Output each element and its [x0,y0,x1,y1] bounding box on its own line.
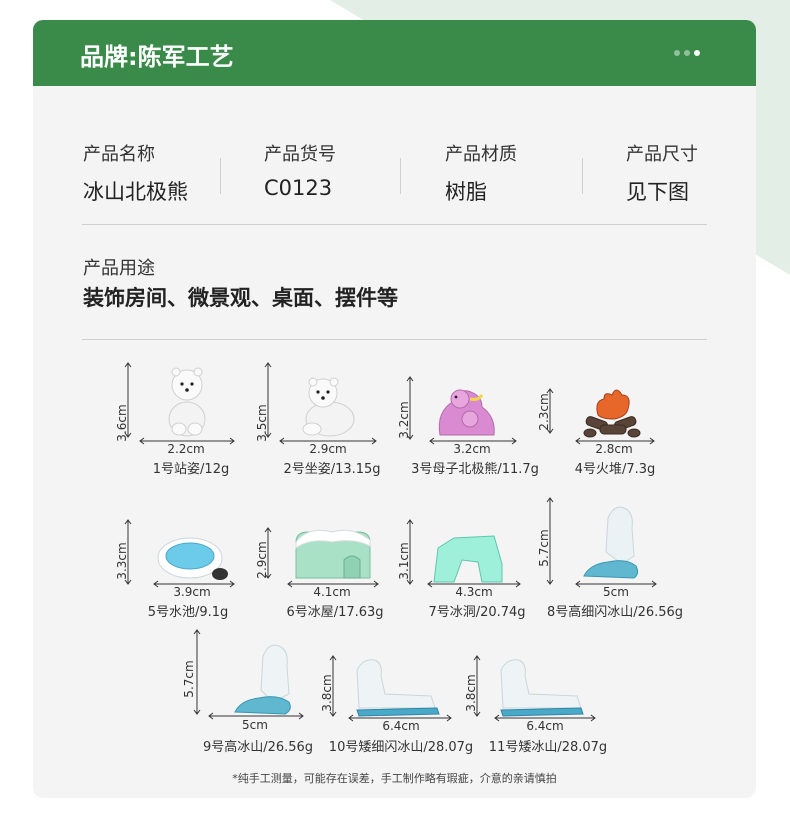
usage-value: 装饰房间、微景观、桌面、摆件等 [83,286,398,310]
item-caption: 9号高冰山/26.56g [202,740,314,755]
height-dimension: 3.3cm [115,542,129,580]
spec-value: 见下图 [626,180,689,204]
item-caption: 4号火堆/7.3g [574,462,656,477]
width-dimension: 2.9cm [309,442,347,456]
width-dimension: 3.9cm [173,585,211,599]
width-dimension: 3.2cm [453,442,491,456]
product-item-4-campfire: 2.3cm 2.8cm 4号火堆/7.3g [530,355,680,477]
product-item-1-standing-bear: 3.6cm 2.2cm 1号站姿/12g [108,355,248,477]
divider [400,158,401,194]
bear-standing-figure [124,362,235,445]
tall-iceberg-figure [546,497,657,588]
brand-header: 品牌:陈军工艺 [33,20,756,86]
product-item-6-igloo: 2.9cm 4.1cm 6号冰屋/17.63g [248,498,398,620]
spec-value: C0123 [264,176,333,200]
item-caption: 8号高细闪冰山/26.56g [546,605,684,620]
width-dimension: 5cm [242,718,268,732]
width-dimension: 6.4cm [382,719,420,733]
product-item-8-tall-glitter-iceberg: 5.7cm 5cm 8号高细闪冰山/26.56g [530,497,690,620]
product-info-card: 品牌:陈军工艺 产品名称 冰山北极熊 产品货号 C0123 产品材质 树脂 产品… [33,20,756,798]
campfire-figure [546,388,655,445]
spec-label: 产品材质 [445,144,517,165]
product-item-7-ice-cave: 3.1cm 4.3cm 7号冰洞/20.74g [390,498,550,620]
spec-label: 产品名称 [83,144,155,165]
water-pool-figure [124,519,235,588]
height-dimension: 2.9cm [255,541,269,579]
pink-bears-figure [406,376,517,445]
spec-material: 产品材质 树脂 [445,140,625,206]
igloo-figure [264,527,379,588]
height-dimension: 3.8cm [464,674,478,712]
spec-name: 产品名称 冰山北极熊 [83,140,263,206]
width-dimension: 4.1cm [313,585,351,599]
pager-dot-active[interactable] [694,50,700,56]
width-dimension: 2.2cm [167,442,205,456]
item-caption: 11号矮冰山/28.07g [488,740,608,755]
product-item-5-pool: 3.3cm 3.9cm 5号水池/9.1g [108,498,258,620]
height-dimension: 3.6cm [115,404,129,442]
width-dimension: 4.3cm [455,585,493,599]
height-dimension: 3.2cm [397,401,411,439]
height-dimension: 3.8cm [320,674,334,712]
item-caption: 5号水池/9.1g [147,605,229,620]
item-caption: 7号冰洞/20.74g [428,605,526,620]
height-dimension: 3.1cm [397,542,411,580]
height-dimension: 3.5cm [255,404,269,442]
pager-dots [674,50,700,56]
pager-dot[interactable] [674,50,680,56]
spec-value: 冰山北极熊 [83,180,188,204]
width-dimension: 6.4cm [526,719,564,733]
product-item-3-mother-child-bears: 3.2cm 3.2cm 3号母子北极熊/11.7g [390,355,550,477]
brand-title: 品牌:陈军工艺 [80,43,234,71]
width-dimension: 5cm [603,585,629,599]
item-caption: 6号冰屋/17.63g [286,605,384,620]
divider [220,158,221,194]
section-divider [82,339,707,340]
product-item-9-tall-iceberg: 5.7cm 5cm 9号高冰山/26.56g [173,629,333,755]
spec-label: 产品货号 [264,144,336,165]
product-item-2-sitting-bear: 3.5cm 2.9cm 2号坐姿/13.15g [248,355,398,477]
pager-dot[interactable] [684,50,690,56]
disclaimer-note: *纯手工测量，可能存在误差，手工制作略有瑕疵，介意的亲请慎拍 [232,772,557,785]
height-dimension: 5.7cm [182,660,196,698]
spec-label: 产品尺寸 [626,144,698,165]
bear-sitting-figure [264,362,377,445]
usage-label: 产品用途 [83,258,155,279]
ice-cave-figure [406,519,521,588]
item-caption: 3号母子北极熊/11.7g [411,462,539,477]
spec-code: 产品货号 C0123 [264,140,444,200]
item-caption: 1号站姿/12g [152,462,230,477]
height-dimension: 5.7cm [537,529,551,567]
spec-size: 产品尺寸 见下图 [626,140,756,206]
width-dimension: 2.8cm [595,442,633,456]
divider [582,158,583,194]
product-item-11-short-iceberg: 3.8cm 6.4cm 11号矮冰山/28.07g [453,630,633,755]
height-dimension: 2.3cm [537,393,551,431]
spec-value: 树脂 [445,180,487,204]
section-divider [82,224,707,225]
item-caption: 2号坐姿/13.15g [283,462,381,477]
